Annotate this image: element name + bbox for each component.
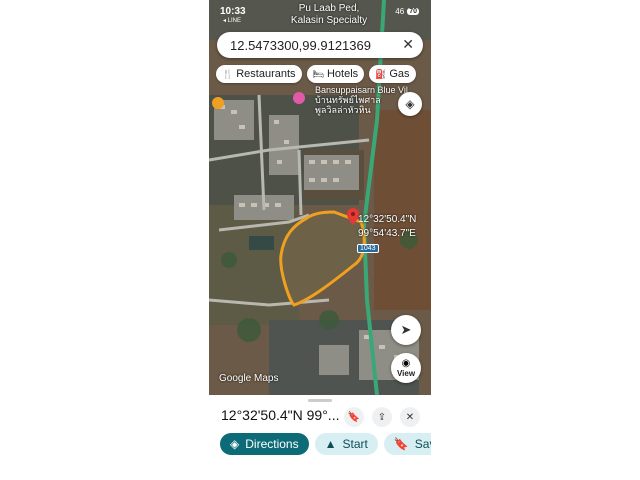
directions-button[interactable]: ◈ Directions <box>220 433 309 455</box>
map-attribution: Google Maps <box>219 373 279 384</box>
camera-icon: ◉ <box>401 357 411 369</box>
close-sheet-button[interactable]: ✕ <box>400 407 420 427</box>
sheet-title: 12°32'50.4"N 99°... <box>221 407 340 423</box>
my-location-button[interactable]: ➤ <box>391 315 421 345</box>
chip-gas-label: Gas <box>389 68 410 80</box>
view-button-label: View <box>396 368 416 378</box>
marker-lon: 99°54'43.7"E <box>358 228 416 239</box>
save-label: Save <box>414 437 431 451</box>
action-buttons: ◈ Directions ▲ Start 🔖 Save <box>220 433 431 455</box>
directions-icon: ◈ <box>230 437 240 451</box>
sheet-drag-handle[interactable] <box>308 399 332 402</box>
top-place-label: Pu Laab Ped, Kalasin Specialty <box>279 3 379 27</box>
share-button[interactable]: ⇪ <box>372 407 392 427</box>
save-button-small[interactable]: 🔖 <box>344 407 364 427</box>
top-place-line1: Pu Laab Ped, <box>298 3 360 14</box>
category-chips: 🍴 Restaurants 🛏 Hotels ⛽ Gas <box>216 65 416 83</box>
bookmark-icon: 🔖 <box>393 437 409 451</box>
bookmark-icon: 🔖 <box>347 411 361 423</box>
start-button[interactable]: ▲ Start <box>314 433 378 455</box>
phone-screen: 10:33 ◂ LINE 46 70 Pu Laab Ped, Kalasin … <box>209 0 431 480</box>
top-place-line2: Kalasin Specialty <box>290 15 368 26</box>
directions-label: Directions <box>245 437 299 451</box>
close-icon: ✕ <box>405 411 415 423</box>
marker-coordinates: 12°32'50.4"N 99°54'43.7"E <box>358 213 416 241</box>
chip-hotels[interactable]: 🛏 Hotels <box>306 65 365 83</box>
search-input[interactable]: 12.5473300,99.9121369 <box>230 38 371 53</box>
layers-icon: ◈ <box>405 97 415 111</box>
navigation-arrow-icon: ▲ <box>324 437 337 451</box>
navigation-arrow-icon: ➤ <box>400 322 412 337</box>
road-number-badge: 1043 <box>357 244 379 253</box>
status-right: 46 70 <box>395 7 419 16</box>
fork-knife-icon: 🍴 <box>222 68 234 79</box>
share-icon: ⇪ <box>377 411 387 423</box>
poi-name-th1: บ้านทรัพย์ไพศาล <box>315 95 381 105</box>
poi-label[interactable]: Bansuppaisarn Blue Vil บ้านทรัพย์ไพศาล พ… <box>315 85 408 115</box>
start-label: Start <box>342 437 368 451</box>
gas-pump-icon: ⛽ <box>375 68 387 79</box>
battery-level: 70 <box>407 8 419 15</box>
satellite-map[interactable]: 10:33 ◂ LINE 46 70 Pu Laab Ped, Kalasin … <box>209 0 431 395</box>
bed-icon: 🛏 <box>312 68 324 79</box>
save-button[interactable]: 🔖 Save <box>383 433 431 455</box>
close-icon[interactable]: ✕ <box>402 36 414 53</box>
layers-button[interactable]: ◈ <box>398 92 422 116</box>
signal-label: 46 <box>395 7 405 16</box>
back-to-app-label[interactable]: ◂ LINE <box>223 17 241 24</box>
chip-hotels-label: Hotels <box>326 68 359 80</box>
search-bar[interactable]: 12.5473300,99.9121369 ✕ <box>217 32 423 58</box>
marker-lat: 12°32'50.4"N <box>358 214 417 225</box>
view-button[interactable]: ◉ View <box>391 353 421 383</box>
chip-gas[interactable]: ⛽ Gas <box>369 65 416 83</box>
poi-name-th2: พูลวิลล่าหัวหิน <box>315 105 371 115</box>
poi-name-en: Bansuppaisarn Blue Vil <box>315 85 408 95</box>
chip-restaurants[interactable]: 🍴 Restaurants <box>216 65 302 83</box>
bottom-sheet[interactable]: 12°32'50.4"N 99°... 🔖 ⇪ ✕ ◈ Directions ▲… <box>209 395 431 480</box>
chip-restaurants-label: Restaurants <box>236 68 296 80</box>
status-time: 10:33 <box>220 6 246 17</box>
